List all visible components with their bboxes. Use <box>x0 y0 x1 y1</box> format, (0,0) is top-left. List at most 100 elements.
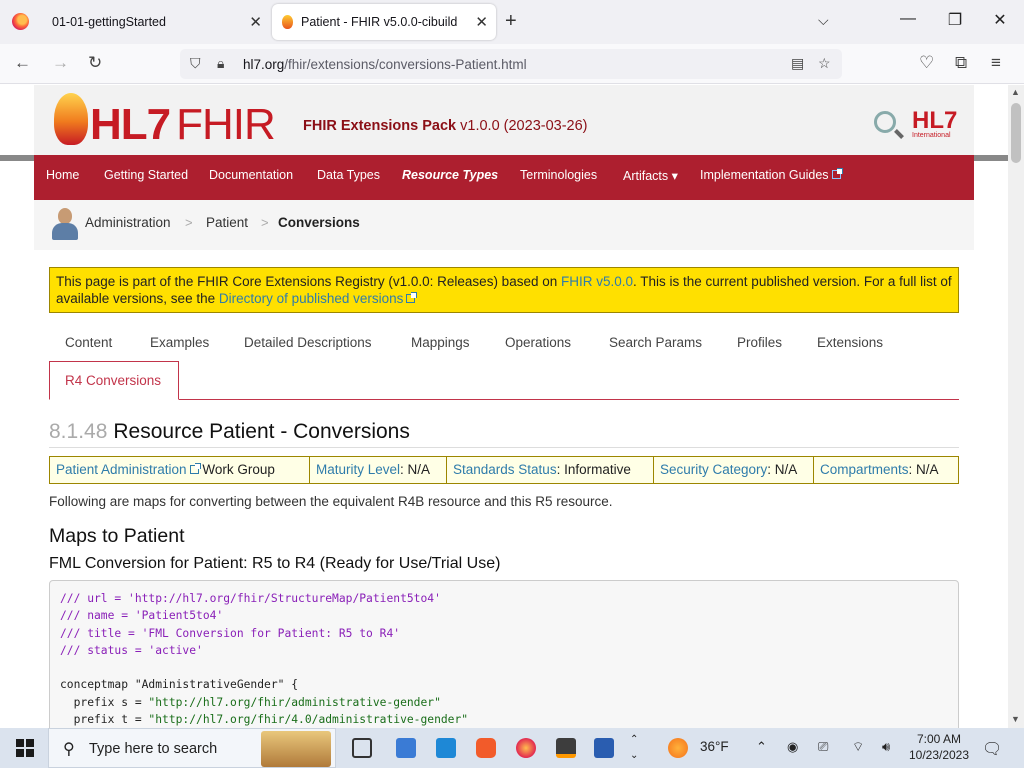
powershell-icon[interactable] <box>594 738 614 758</box>
breadcrumb-patient[interactable]: Patient <box>206 215 248 230</box>
close-tab-icon[interactable]: ✕ <box>249 13 262 31</box>
site-header: HL7 FHIR FHIR Extensions Pack v1.0.0 (202… <box>34 85 974 155</box>
reader-view-icon[interactable]: ▤ <box>791 55 804 72</box>
windows-taskbar: ⚲ Type here to search ⌃ ⌄ 36°F ⌃ ◉ ⎚ ⌔ 🔊︎… <box>0 728 1024 768</box>
menu-resource-types[interactable]: Resource Types <box>402 168 498 182</box>
reload-icon[interactable]: ↻ <box>88 53 102 73</box>
search-icon[interactable] <box>874 111 896 133</box>
tab-mappings[interactable]: Mappings <box>411 335 470 350</box>
address-bar[interactable]: ⛉ 🔒︎ hl7.org/fhir/extensions/conversions… <box>180 49 842 79</box>
browser-tab-active[interactable]: Patient - FHIR v5.0.0-cibuild ✕ <box>272 4 496 40</box>
tab-extensions[interactable]: Extensions <box>817 335 883 350</box>
menu-implementation-guides[interactable]: Implementation Guides <box>700 168 843 182</box>
standards-status-cell: Standards Status: Informative <box>447 457 654 483</box>
show-hidden-icons-chevron-icon[interactable]: ⌃ <box>756 739 767 755</box>
patient-avatar-icon <box>50 208 80 240</box>
firefox-taskbar-icon[interactable] <box>516 738 536 758</box>
task-view-icon[interactable] <box>352 738 372 758</box>
breadcrumb-separator: > <box>185 215 193 230</box>
menu-artifacts[interactable]: Artifacts ▾ <box>623 168 678 183</box>
tab-title: Patient - FHIR v5.0.0-cibuild <box>301 15 458 29</box>
page-viewport: HL7 FHIR FHIR Extensions Pack v1.0.0 (202… <box>0 85 1008 728</box>
external-link-icon <box>831 168 843 179</box>
wifi-icon[interactable]: ⌔ <box>852 739 864 755</box>
scrollbar-thumb[interactable] <box>1011 103 1021 163</box>
close-tab-icon[interactable]: ✕ <box>475 13 488 31</box>
volume-icon[interactable]: 🔊︎ <box>882 739 890 755</box>
taskbar-clock[interactable]: 7:00 AM 10/23/2023 <box>905 731 973 763</box>
fml-heading: FML Conversion for Patient: R5 to R4 (Re… <box>49 555 501 572</box>
sphinx-decoration-icon <box>261 731 331 767</box>
menu-terminologies[interactable]: Terminologies <box>520 168 597 182</box>
vscode-icon[interactable] <box>436 738 456 758</box>
caret-down-icon: ▾ <box>668 169 678 183</box>
published-versions-link[interactable]: Directory of published versions <box>219 291 418 306</box>
scroll-up-arrow-icon[interactable]: ▲ <box>1011 87 1020 97</box>
maps-heading: Maps to Patient <box>49 525 185 547</box>
tab-content[interactable]: Content <box>65 335 112 350</box>
weather-icon[interactable] <box>668 738 688 758</box>
meet-now-icon[interactable]: ⎚ <box>818 739 828 755</box>
fhir-version-link[interactable]: FHIR v5.0.0 <box>561 274 633 289</box>
hl7-international-logo[interactable]: HL7 International <box>912 107 957 139</box>
menu-getting-started[interactable]: Getting Started <box>104 168 188 182</box>
pocket-icon[interactable]: ♡ <box>919 53 934 73</box>
lock-icon[interactable]: 🔒︎ <box>217 55 224 72</box>
tab-operations[interactable]: Operations <box>505 335 571 350</box>
search-icon: ⚲ <box>63 741 75 758</box>
record-icon[interactable]: ◉ <box>787 739 798 755</box>
bookmark-star-icon[interactable]: ☆ <box>818 55 831 72</box>
list-tabs-chevron-icon[interactable]: ⌵ <box>818 12 829 29</box>
menu-data-types[interactable]: Data Types <box>317 168 380 182</box>
main-menu: Home Getting Started Documentation Data … <box>34 155 974 200</box>
forward-arrow-icon[interactable]: → <box>52 53 69 73</box>
tab-profiles[interactable]: Profiles <box>737 335 782 350</box>
breadcrumb: Administration > Patient > Conversions <box>34 200 974 250</box>
heading-divider <box>49 447 959 448</box>
close-window-button[interactable]: ✕ <box>990 10 1010 30</box>
windows-start-icon[interactable] <box>16 739 34 757</box>
minimize-button[interactable]: — <box>898 10 918 28</box>
tab-detailed-descriptions[interactable]: Detailed Descriptions <box>244 335 372 350</box>
notifications-icon[interactable]: 🗨︎ <box>982 739 1002 759</box>
page-scrollbar[interactable]: ▲ ▼ <box>1008 85 1024 728</box>
section-number: 8.1.48 <box>49 420 108 443</box>
resource-metadata-table: Patient Administration Work Group Maturi… <box>49 456 959 484</box>
maximize-button[interactable]: ❐ <box>945 10 965 30</box>
weather-temperature[interactable]: 36°F <box>700 739 729 754</box>
breadcrumb-conversions: Conversions <box>278 215 360 230</box>
tab-divider <box>179 399 959 400</box>
fml-code-block[interactable]: /// url = 'http://hl7.org/fhir/Structure… <box>49 580 959 728</box>
menu-documentation[interactable]: Documentation <box>209 168 293 182</box>
workgroup-link[interactable]: Patient Administration <box>56 462 201 477</box>
security-category-cell: Security Category: N/A <box>654 457 814 483</box>
new-tab-button[interactable]: + <box>505 10 517 33</box>
compartments-link[interactable]: Compartments <box>820 462 909 477</box>
python-idle-icon[interactable] <box>396 738 416 758</box>
taskbar-scroll-icon[interactable]: ⌃ ⌄ <box>630 732 638 764</box>
maturity-link[interactable]: Maturity Level <box>316 462 400 477</box>
firefox-menu-icon[interactable] <box>12 13 29 30</box>
tab-examples[interactable]: Examples <box>150 335 209 350</box>
external-link-icon <box>189 463 201 474</box>
scroll-down-arrow-icon[interactable]: ▼ <box>1011 714 1020 724</box>
site-title: FHIR Extensions Pack v1.0.0 (2023-03-26) <box>303 118 588 134</box>
back-arrow-icon[interactable]: ← <box>14 53 31 73</box>
sublime-text-icon[interactable] <box>556 738 576 758</box>
menu-home[interactable]: Home <box>46 168 79 182</box>
taskbar-search-box[interactable]: ⚲ Type here to search <box>48 728 336 768</box>
browser-tab[interactable]: 01-01-gettingStarted ✕ <box>42 4 270 40</box>
hl7-fhir-logo[interactable]: HL7 FHIR <box>54 93 276 150</box>
breadcrumb-administration[interactable]: Administration <box>85 215 171 230</box>
maturity-cell: Maturity Level: N/A <box>310 457 447 483</box>
tab-search-params[interactable]: Search Params <box>609 335 702 350</box>
shield-icon[interactable]: ⛉ <box>190 55 201 72</box>
fhir-flame-icon <box>54 93 88 145</box>
tab-r4-conversions[interactable]: R4 Conversions <box>49 361 179 400</box>
menu-hamburger-icon[interactable]: ≡ <box>991 53 1001 73</box>
url-text[interactable]: hl7.org/fhir/extensions/conversions-Pati… <box>243 57 527 72</box>
brave-browser-icon[interactable] <box>476 738 496 758</box>
security-category-link[interactable]: Security Category <box>660 462 767 477</box>
extensions-icon[interactable]: ⧉ <box>955 53 967 73</box>
standards-status-link[interactable]: Standards Status <box>453 462 557 477</box>
